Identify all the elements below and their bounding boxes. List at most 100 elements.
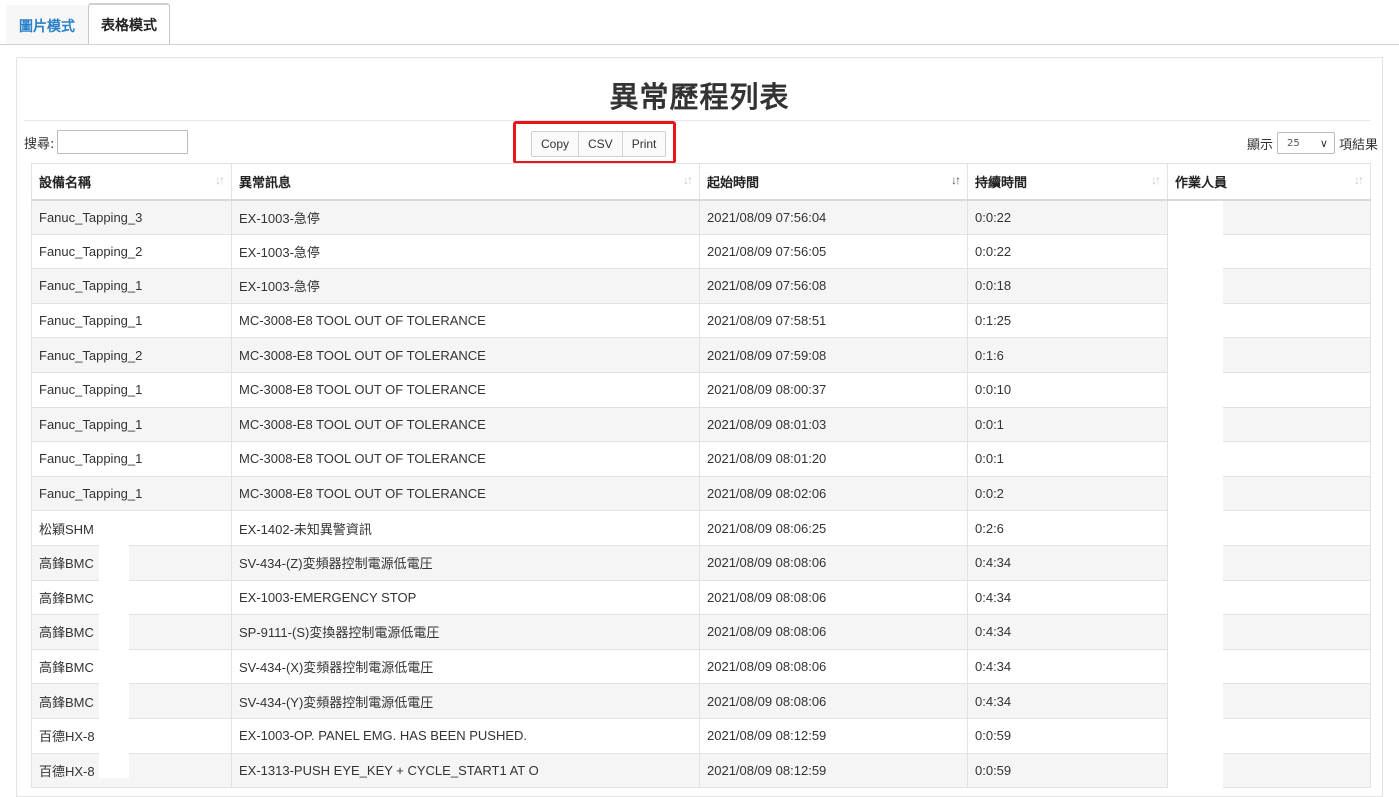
tab-divider [0,44,1399,45]
device-cell: 百德HX-8 [31,752,232,789]
tab-bar: 圖片模式 表格模式 [6,3,170,45]
device-cell: 高鋒BMC [31,544,232,581]
device-cell: Fanuc_Tapping_1 [31,475,232,512]
device-cell: Fanuc_Tapping_2 [31,337,232,373]
message-cell: MC-3008-E8 TOOL OUT OF TOLERANCE [231,441,700,477]
duration-cell: 0:0:18 [967,268,1168,304]
message-cell: SV-434-(X)変頻器控制電源低電圧 [231,648,700,685]
column-header-device[interactable]: 設備名稱 ↓↑ [31,163,232,201]
message-cell: EX-1003-急停 [231,268,700,304]
duration-cell: 0:0:22 [967,233,1168,270]
message-cell: MC-3008-E8 TOOL OUT OF TOLERANCE [231,302,700,339]
length-prefix: 顯示 [1246,137,1273,153]
tab-table-mode[interactable]: 表格模式 [88,3,170,45]
duration-cell: 0:4:34 [967,614,1168,650]
start-time-cell: 2021/08/09 08:08:06 [699,579,968,616]
device-cell: 百德HX-8 [31,717,232,754]
device-cell: Fanuc_Tapping_1 [31,441,232,477]
message-cell: SP-9111-(S)変換器控制電源低電圧 [231,614,700,650]
device-cell: 高鋒BMC [31,614,232,650]
device-cell: Fanuc_Tapping_1 [31,268,232,304]
column-header-start-time[interactable]: 起始時間 ↓↑ [699,163,968,201]
duration-cell: 0:0:10 [967,371,1168,408]
message-cell: MC-3008-E8 TOOL OUT OF TOLERANCE [231,371,700,408]
start-time-cell: 2021/08/09 07:56:08 [699,268,968,304]
length-suffix: 項結果 [1338,137,1378,153]
duration-cell: 0:0:2 [967,475,1168,512]
start-time-cell: 2021/08/09 08:02:06 [699,475,968,512]
duration-cell: 0:4:34 [967,683,1168,719]
message-cell: EX-1003-OP. PANEL EMG. HAS BEEN PUSHED. [231,717,700,754]
duration-cell: 0:1:6 [967,337,1168,373]
start-time-cell: 2021/08/09 08:01:03 [699,406,968,443]
page-title: 異常歷程列表 [609,80,790,114]
start-time-cell: 2021/08/09 07:56:04 [699,199,968,235]
device-cell: 松穎SHM [31,510,232,546]
message-cell: EX-1003-急停 [231,233,700,270]
message-cell: SV-434-(Y)変頻器控制電源低電圧 [231,683,700,719]
tab-image-mode[interactable]: 圖片模式 [6,5,88,45]
message-cell: MC-3008-E8 TOOL OUT OF TOLERANCE [231,406,700,443]
device-cell: Fanuc_Tapping_1 [31,406,232,443]
start-time-cell: 2021/08/09 08:01:20 [699,441,968,477]
search-box: 搜尋: [24,130,189,154]
start-time-cell: 2021/08/09 08:12:59 [699,752,968,789]
message-cell: MC-3008-E8 TOOL OUT OF TOLERANCE [231,475,700,512]
device-cell: Fanuc_Tapping_3 [31,199,232,235]
device-cell: 高鋒BMC [31,579,232,616]
start-time-cell: 2021/08/09 08:08:06 [699,544,968,581]
duration-cell: 0:4:34 [967,544,1168,581]
start-time-cell: 2021/08/09 08:08:06 [699,648,968,685]
sort-icon: ↓↑ [215,173,225,187]
duration-cell: 0:0:59 [967,752,1168,789]
message-cell: EX-1003-EMERGENCY STOP [231,579,700,616]
page-length-select[interactable]: 25 ∨ [1276,132,1335,154]
page-length-value: 25 [1286,137,1300,149]
message-cell: SV-434-(Z)変頻器控制電源低電圧 [231,544,700,581]
csv-button[interactable]: CSV [578,132,622,156]
message-cell: MC-3008-E8 TOOL OUT OF TOLERANCE [231,337,700,373]
message-cell: EX-1402-未知異警資訊 [231,510,700,546]
page-length-control: 顯示 25 ∨ 項結果 [1247,131,1378,155]
duration-cell: 0:4:34 [967,579,1168,616]
sort-icon: ↓↑ [1354,173,1364,187]
column-header-operator[interactable]: 作業人員 ↓↑ [1167,163,1371,201]
device-cell: Fanuc_Tapping_2 [31,233,232,270]
duration-cell: 0:4:34 [967,648,1168,685]
print-button[interactable]: Print [621,132,666,156]
duration-cell: 0:0:59 [967,717,1168,754]
device-cell: 高鋒BMC [31,648,232,685]
sort-icon: ↓↑ [683,173,693,187]
duration-cell: 0:1:25 [967,302,1168,339]
duration-cell: 0:0:1 [967,406,1168,443]
redaction-mask-device [99,538,129,778]
device-cell: 高鋒BMC [31,683,232,719]
duration-cell: 0:0:1 [967,441,1168,477]
start-time-cell: 2021/08/09 08:12:59 [699,717,968,754]
column-header-message[interactable]: 異常訊息 ↓↑ [231,163,700,201]
duration-cell: 0:0:22 [967,199,1168,235]
chevron-down-icon: ∨ [1319,136,1328,150]
start-time-cell: 2021/08/09 08:00:37 [699,371,968,408]
search-label: 搜尋: [24,136,55,152]
start-time-cell: 2021/08/09 07:58:51 [699,302,968,339]
start-time-cell: 2021/08/09 07:56:05 [699,233,968,270]
start-time-cell: 2021/08/09 08:08:06 [699,614,968,650]
table-header-row: 設備名稱 ↓↑ 異常訊息 ↓↑ 起始時間 ↓↑ 持續時間 ↓↑ 作業人員 ↓↑ [31,163,1371,201]
start-time-cell: 2021/08/09 08:06:25 [699,510,968,546]
export-button-group: Copy CSV Print [531,131,667,157]
start-time-cell: 2021/08/09 08:08:06 [699,683,968,719]
device-cell: Fanuc_Tapping_1 [31,371,232,408]
redaction-mask-operator [1168,201,1223,790]
device-cell: Fanuc_Tapping_1 [31,302,232,339]
title-divider [24,120,1370,121]
column-header-duration[interactable]: 持續時間 ↓↑ [967,163,1168,201]
start-time-cell: 2021/08/09 07:59:08 [699,337,968,373]
search-input[interactable] [57,130,189,154]
sort-icon: ↓↑ [1151,173,1161,187]
duration-cell: 0:2:6 [967,510,1168,546]
message-cell: EX-1313-PUSH EYE_KEY + CYCLE_START1 AT O [231,752,700,789]
message-cell: EX-1003-急停 [231,199,700,235]
copy-button[interactable]: Copy [532,132,579,156]
sort-ascending-icon: ↓↑ [951,173,961,187]
